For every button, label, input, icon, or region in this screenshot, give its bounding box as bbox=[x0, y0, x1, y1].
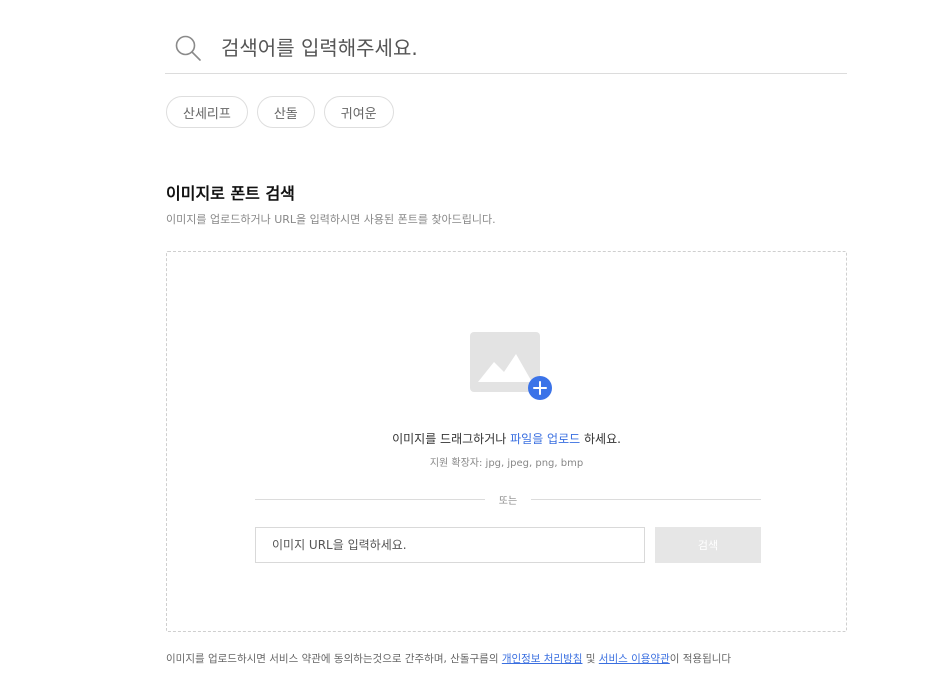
drag-instruction: 이미지를 드래그하거나 파일을 업로드 하세요. bbox=[167, 430, 846, 447]
tag-cute[interactable]: 귀여운 bbox=[323, 96, 394, 128]
or-divider: 또는 bbox=[255, 492, 761, 507]
image-url-input[interactable] bbox=[255, 527, 645, 563]
supported-formats: 지원 확장자: jpg, jpeg, png, bmp bbox=[429, 458, 584, 469]
image-dropzone[interactable]: 이미지를 드래그하거나 파일을 업로드 하세요. 지원 확장자: jpg, jp… bbox=[166, 251, 847, 632]
drag-text-prefix: 이미지를 드래그하거나 bbox=[392, 432, 511, 446]
footer-note: 이미지를 업로드하시면 서비스 약관에 동의하는것으로 간주하며, 산돌구름의 … bbox=[166, 651, 731, 666]
divider-line-right bbox=[531, 498, 761, 500]
tag-sans-serif[interactable]: 산세리프 bbox=[166, 96, 248, 128]
footer-suffix: 이 적용됩니다 bbox=[669, 653, 732, 665]
image-add-icon[interactable] bbox=[470, 332, 556, 404]
url-search-button[interactable]: 검색 bbox=[655, 527, 761, 563]
terms-of-service-link[interactable]: 서비스 이용약관 bbox=[599, 653, 670, 665]
search-bar bbox=[165, 22, 847, 74]
url-row: 검색 bbox=[255, 527, 761, 563]
drag-text-suffix: 하세요. bbox=[580, 432, 621, 446]
search-input[interactable] bbox=[221, 27, 781, 68]
page: 산세리프 산돌 귀여운 이미지로 폰트 검색 이미지를 업로드하거나 URL을 … bbox=[0, 0, 936, 684]
section-description: 이미지를 업로드하거나 URL을 입력하시면 사용된 폰트를 찾아드립니다. bbox=[166, 213, 496, 226]
upload-file-link[interactable]: 파일을 업로드 bbox=[510, 432, 580, 446]
footer-prefix: 이미지를 업로드하시면 서비스 약관에 동의하는것으로 간주하며, 산돌구름의 bbox=[166, 653, 502, 665]
divider-line-left bbox=[255, 498, 485, 500]
search-icon[interactable] bbox=[173, 33, 203, 63]
footer-middle: 및 bbox=[582, 653, 599, 665]
privacy-policy-link[interactable]: 개인정보 처리방침 bbox=[502, 653, 583, 665]
section-title: 이미지로 폰트 검색 bbox=[166, 184, 295, 203]
divider-label: 또는 bbox=[498, 495, 518, 507]
tag-sandoll[interactable]: 산돌 bbox=[256, 96, 315, 128]
tag-list: 산세리프 산돌 귀여운 bbox=[166, 96, 394, 128]
